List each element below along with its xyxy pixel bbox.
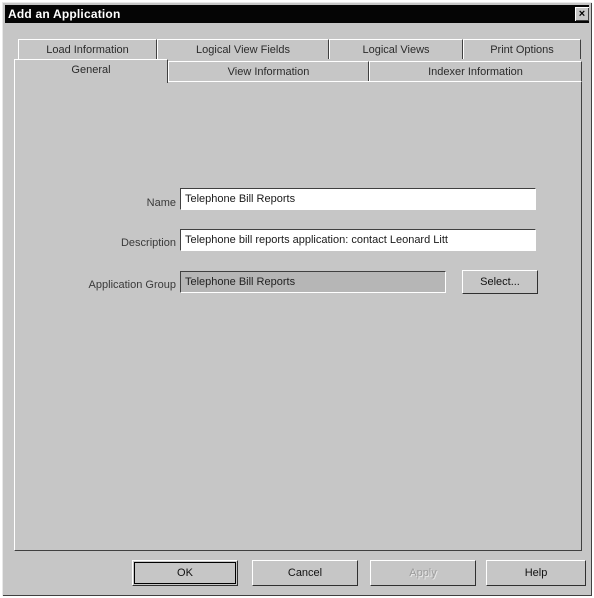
help-button[interactable]: Help xyxy=(486,560,586,586)
name-field[interactable]: Telephone Bill Reports xyxy=(180,188,536,210)
apply-button: Apply xyxy=(370,560,476,586)
cancel-button[interactable]: Cancel xyxy=(252,560,358,586)
tab-print-options[interactable]: Print Options xyxy=(463,39,581,59)
dialog-window: Add an Application × Load Information Lo… xyxy=(2,2,592,596)
name-label: Name xyxy=(146,197,176,209)
general-tab-panel: Name Telephone Bill Reports Description … xyxy=(14,81,582,551)
tab-view-information[interactable]: View Information xyxy=(168,61,369,81)
description-label: Description xyxy=(120,237,176,249)
tab-general[interactable]: General xyxy=(14,59,168,83)
tab-logical-views[interactable]: Logical Views xyxy=(329,39,463,59)
application-group-label: Application Group xyxy=(88,279,176,291)
application-group-field: Telephone Bill Reports xyxy=(180,271,446,293)
description-field[interactable]: Telephone bill reports application: cont… xyxy=(180,229,536,251)
tab-indexer-information[interactable]: Indexer Information xyxy=(369,61,582,81)
close-icon[interactable]: × xyxy=(575,7,589,21)
title-bar[interactable]: Add an Application × xyxy=(5,5,589,23)
tab-load-information[interactable]: Load Information xyxy=(18,39,157,59)
ok-button[interactable]: OK xyxy=(132,560,238,586)
select-button[interactable]: Select... xyxy=(462,270,538,294)
tab-logical-view-fields[interactable]: Logical View Fields xyxy=(157,39,329,59)
dialog-title: Add an Application xyxy=(8,7,121,21)
